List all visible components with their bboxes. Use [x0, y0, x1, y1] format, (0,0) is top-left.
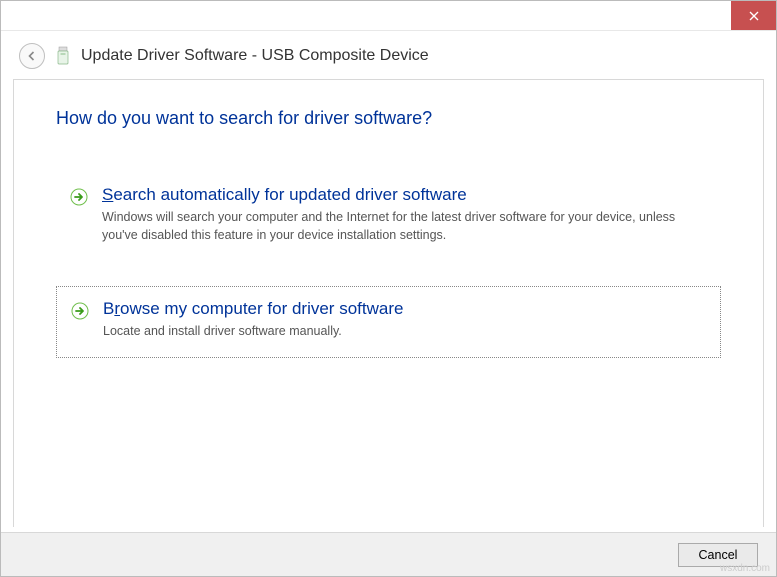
- arrow-right-icon: [70, 188, 88, 206]
- option-title: Search automatically for updated driver …: [102, 185, 707, 205]
- option-title: Browse my computer for driver software: [103, 299, 706, 319]
- close-icon: [749, 11, 759, 21]
- close-button[interactable]: [731, 1, 776, 30]
- footer-bar: Cancel: [1, 532, 776, 576]
- option-text: Browse my computer for driver software L…: [103, 299, 706, 341]
- page-heading: How do you want to search for driver sof…: [56, 108, 721, 129]
- cancel-button[interactable]: Cancel: [678, 543, 758, 567]
- titlebar: [1, 1, 776, 31]
- option-text: Search automatically for updated driver …: [102, 185, 707, 244]
- content-area: How do you want to search for driver sof…: [13, 79, 764, 527]
- option-browse-computer[interactable]: Browse my computer for driver software L…: [56, 286, 721, 358]
- arrow-right-icon: [71, 302, 89, 320]
- back-arrow-icon: [26, 50, 38, 62]
- wizard-header: Update Driver Software - USB Composite D…: [1, 31, 776, 79]
- option-description: Locate and install driver software manua…: [103, 323, 706, 341]
- device-icon: [55, 46, 71, 66]
- option-description: Windows will search your computer and th…: [102, 209, 707, 244]
- window-title: Update Driver Software - USB Composite D…: [81, 47, 429, 65]
- back-button[interactable]: [19, 43, 45, 69]
- option-search-automatically[interactable]: Search automatically for updated driver …: [56, 173, 721, 260]
